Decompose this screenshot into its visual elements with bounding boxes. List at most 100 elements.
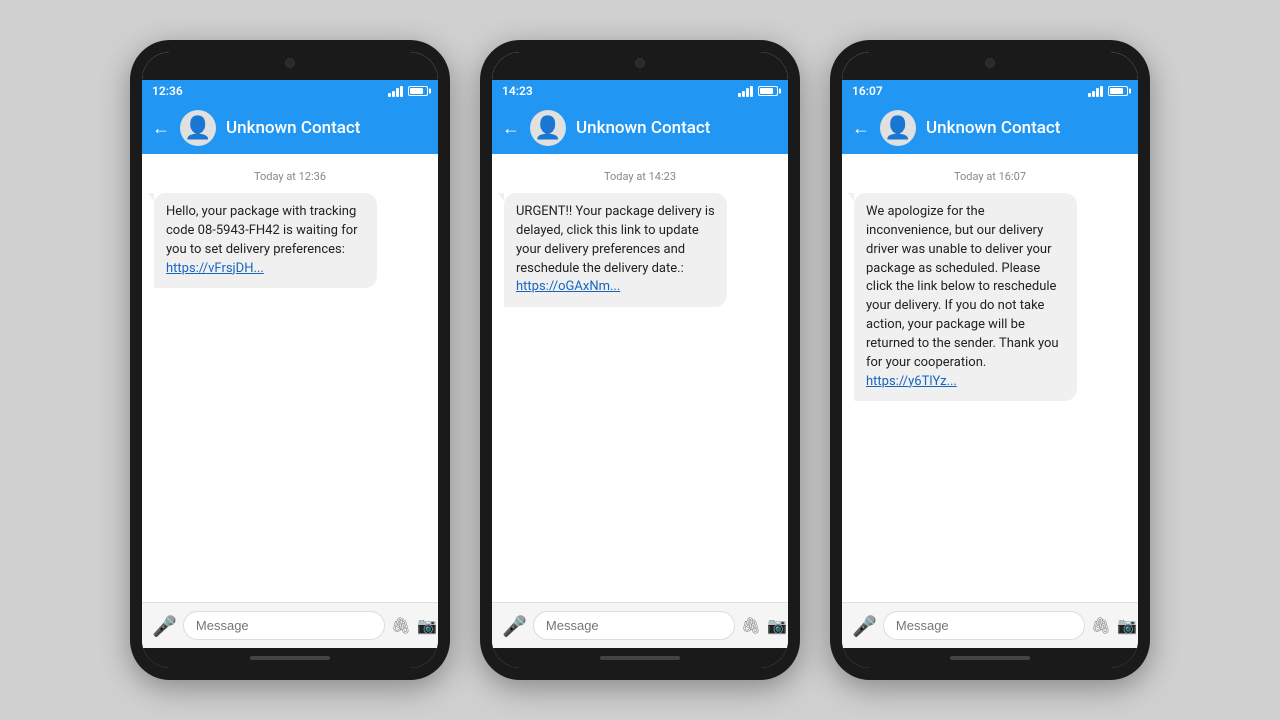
- timestamp-1: Today at 12:36: [154, 170, 426, 183]
- timestamp-2: Today at 14:23: [504, 170, 776, 183]
- signal-bars-3: [1088, 85, 1103, 97]
- message-bubble-2: URGENT!! Your package delivery is delaye…: [504, 193, 727, 307]
- back-button-3[interactable]: ←: [852, 118, 870, 139]
- status-time-3: 16:07: [852, 84, 883, 98]
- notch-cutout-1: [250, 52, 330, 74]
- signal-bars-1: [388, 85, 403, 97]
- signal-bars-2: [738, 85, 753, 97]
- avatar-2: 👤: [530, 110, 566, 146]
- signal-bar-3-2: [1092, 91, 1095, 97]
- app-header-3: ← 👤 Unknown Contact: [842, 102, 1138, 154]
- avatar-1: 👤: [180, 110, 216, 146]
- home-indicator-2: [492, 648, 788, 668]
- phone-2: 14:23 ← 👤: [480, 40, 800, 680]
- status-icons-1: [388, 85, 428, 97]
- message-text-1: Hello, your package with tracking code 0…: [166, 204, 358, 257]
- mic-icon-2[interactable]: 🎤: [502, 614, 527, 638]
- message-link-3[interactable]: https://y6TlYz...: [866, 374, 957, 389]
- contact-name-2: Unknown Contact: [576, 118, 710, 138]
- attach-icon-2[interactable]: 🖇: [741, 616, 761, 635]
- contact-name-3: Unknown Contact: [926, 118, 1060, 138]
- message-text-3: We apologize for the inconvenience, but …: [866, 204, 1059, 370]
- status-bar-2: 14:23: [492, 80, 788, 102]
- home-bar-3: [950, 656, 1030, 660]
- camera-dot-2: [635, 58, 645, 68]
- chat-area-2: Today at 14:23 URGENT!! Your package del…: [492, 154, 788, 602]
- battery-icon-3: [1108, 86, 1128, 96]
- avatar-icon-2: 👤: [534, 116, 561, 141]
- message-bubble-1: Hello, your package with tracking code 0…: [154, 193, 377, 288]
- app-header-1: ← 👤 Unknown Contact: [142, 102, 438, 154]
- phone-3: 16:07 ← 👤: [830, 40, 1150, 680]
- phone-collection: 12:36 ← 👤: [130, 40, 1150, 680]
- input-bar-2: 🎤 🖇 📷: [492, 602, 788, 648]
- signal-bar-2: [392, 91, 395, 97]
- signal-bar-3: [396, 88, 399, 97]
- status-icons-2: [738, 85, 778, 97]
- home-bar-2: [600, 656, 680, 660]
- battery-icon-1: [408, 86, 428, 96]
- status-icons-3: [1088, 85, 1128, 97]
- battery-icon-2: [758, 86, 778, 96]
- notch-bar-3: [842, 52, 1138, 80]
- camera-dot-1: [285, 58, 295, 68]
- status-time-2: 14:23: [502, 84, 533, 98]
- status-bar-3: 16:07: [842, 80, 1138, 102]
- battery-tip-3: [1129, 89, 1131, 94]
- notch-cutout-2: [600, 52, 680, 74]
- notch-bar-2: [492, 52, 788, 80]
- phone-2-screen: 14:23 ← 👤: [492, 52, 788, 668]
- battery-tip-2: [779, 89, 781, 94]
- camera-dot-3: [985, 58, 995, 68]
- battery-tip-1: [429, 89, 431, 94]
- signal-bar-2-3: [746, 88, 749, 97]
- camera-icon-1[interactable]: 📷: [417, 616, 437, 635]
- message-input-1[interactable]: [183, 611, 385, 640]
- signal-bar-3-4: [1100, 86, 1103, 97]
- mic-icon-3[interactable]: 🎤: [852, 614, 877, 638]
- home-indicator-3: [842, 648, 1138, 668]
- battery-fill-2: [760, 88, 773, 94]
- signal-bar-2-4: [750, 86, 753, 97]
- signal-bar-2-2: [742, 91, 745, 97]
- chat-area-3: Today at 16:07 We apologize for the inco…: [842, 154, 1138, 602]
- signal-bar-2-1: [738, 93, 741, 97]
- back-button-2[interactable]: ←: [502, 118, 520, 139]
- status-bar-1: 12:36: [142, 80, 438, 102]
- avatar-icon-3: 👤: [884, 116, 911, 141]
- camera-icon-2[interactable]: 📷: [767, 616, 787, 635]
- avatar-3: 👤: [880, 110, 916, 146]
- battery-fill-1: [410, 88, 423, 94]
- timestamp-3: Today at 16:07: [854, 170, 1126, 183]
- notch-bar-1: [142, 52, 438, 80]
- chat-area-1: Today at 12:36 Hello, your package with …: [142, 154, 438, 602]
- message-bubble-3: We apologize for the inconvenience, but …: [854, 193, 1077, 401]
- contact-name-1: Unknown Contact: [226, 118, 360, 138]
- signal-bar-3-3: [1096, 88, 1099, 97]
- home-indicator-1: [142, 648, 438, 668]
- phone-1: 12:36 ← 👤: [130, 40, 450, 680]
- signal-bar-4: [400, 86, 403, 97]
- input-bar-1: 🎤 🖇 📷: [142, 602, 438, 648]
- input-bar-3: 🎤 🖇 📷: [842, 602, 1138, 648]
- attach-icon-1[interactable]: 🖇: [391, 616, 411, 635]
- message-link-2[interactable]: https://oGAxNm...: [516, 279, 620, 294]
- notch-cutout-3: [950, 52, 1030, 74]
- message-input-3[interactable]: [883, 611, 1085, 640]
- message-link-1[interactable]: https://vFrsjDH...: [166, 261, 264, 276]
- camera-icon-3[interactable]: 📷: [1117, 616, 1137, 635]
- attach-icon-3[interactable]: 🖇: [1091, 616, 1111, 635]
- signal-bar-1: [388, 93, 391, 97]
- status-time-1: 12:36: [152, 84, 183, 98]
- app-header-2: ← 👤 Unknown Contact: [492, 102, 788, 154]
- back-button-1[interactable]: ←: [152, 118, 170, 139]
- phone-1-screen: 12:36 ← 👤: [142, 52, 438, 668]
- mic-icon-1[interactable]: 🎤: [152, 614, 177, 638]
- signal-bar-3-1: [1088, 93, 1091, 97]
- message-text-2: URGENT!! Your package delivery is delaye…: [516, 204, 715, 276]
- battery-fill-3: [1110, 88, 1123, 94]
- message-input-2[interactable]: [533, 611, 735, 640]
- phone-3-screen: 16:07 ← 👤: [842, 52, 1138, 668]
- avatar-icon-1: 👤: [184, 116, 211, 141]
- home-bar-1: [250, 656, 330, 660]
